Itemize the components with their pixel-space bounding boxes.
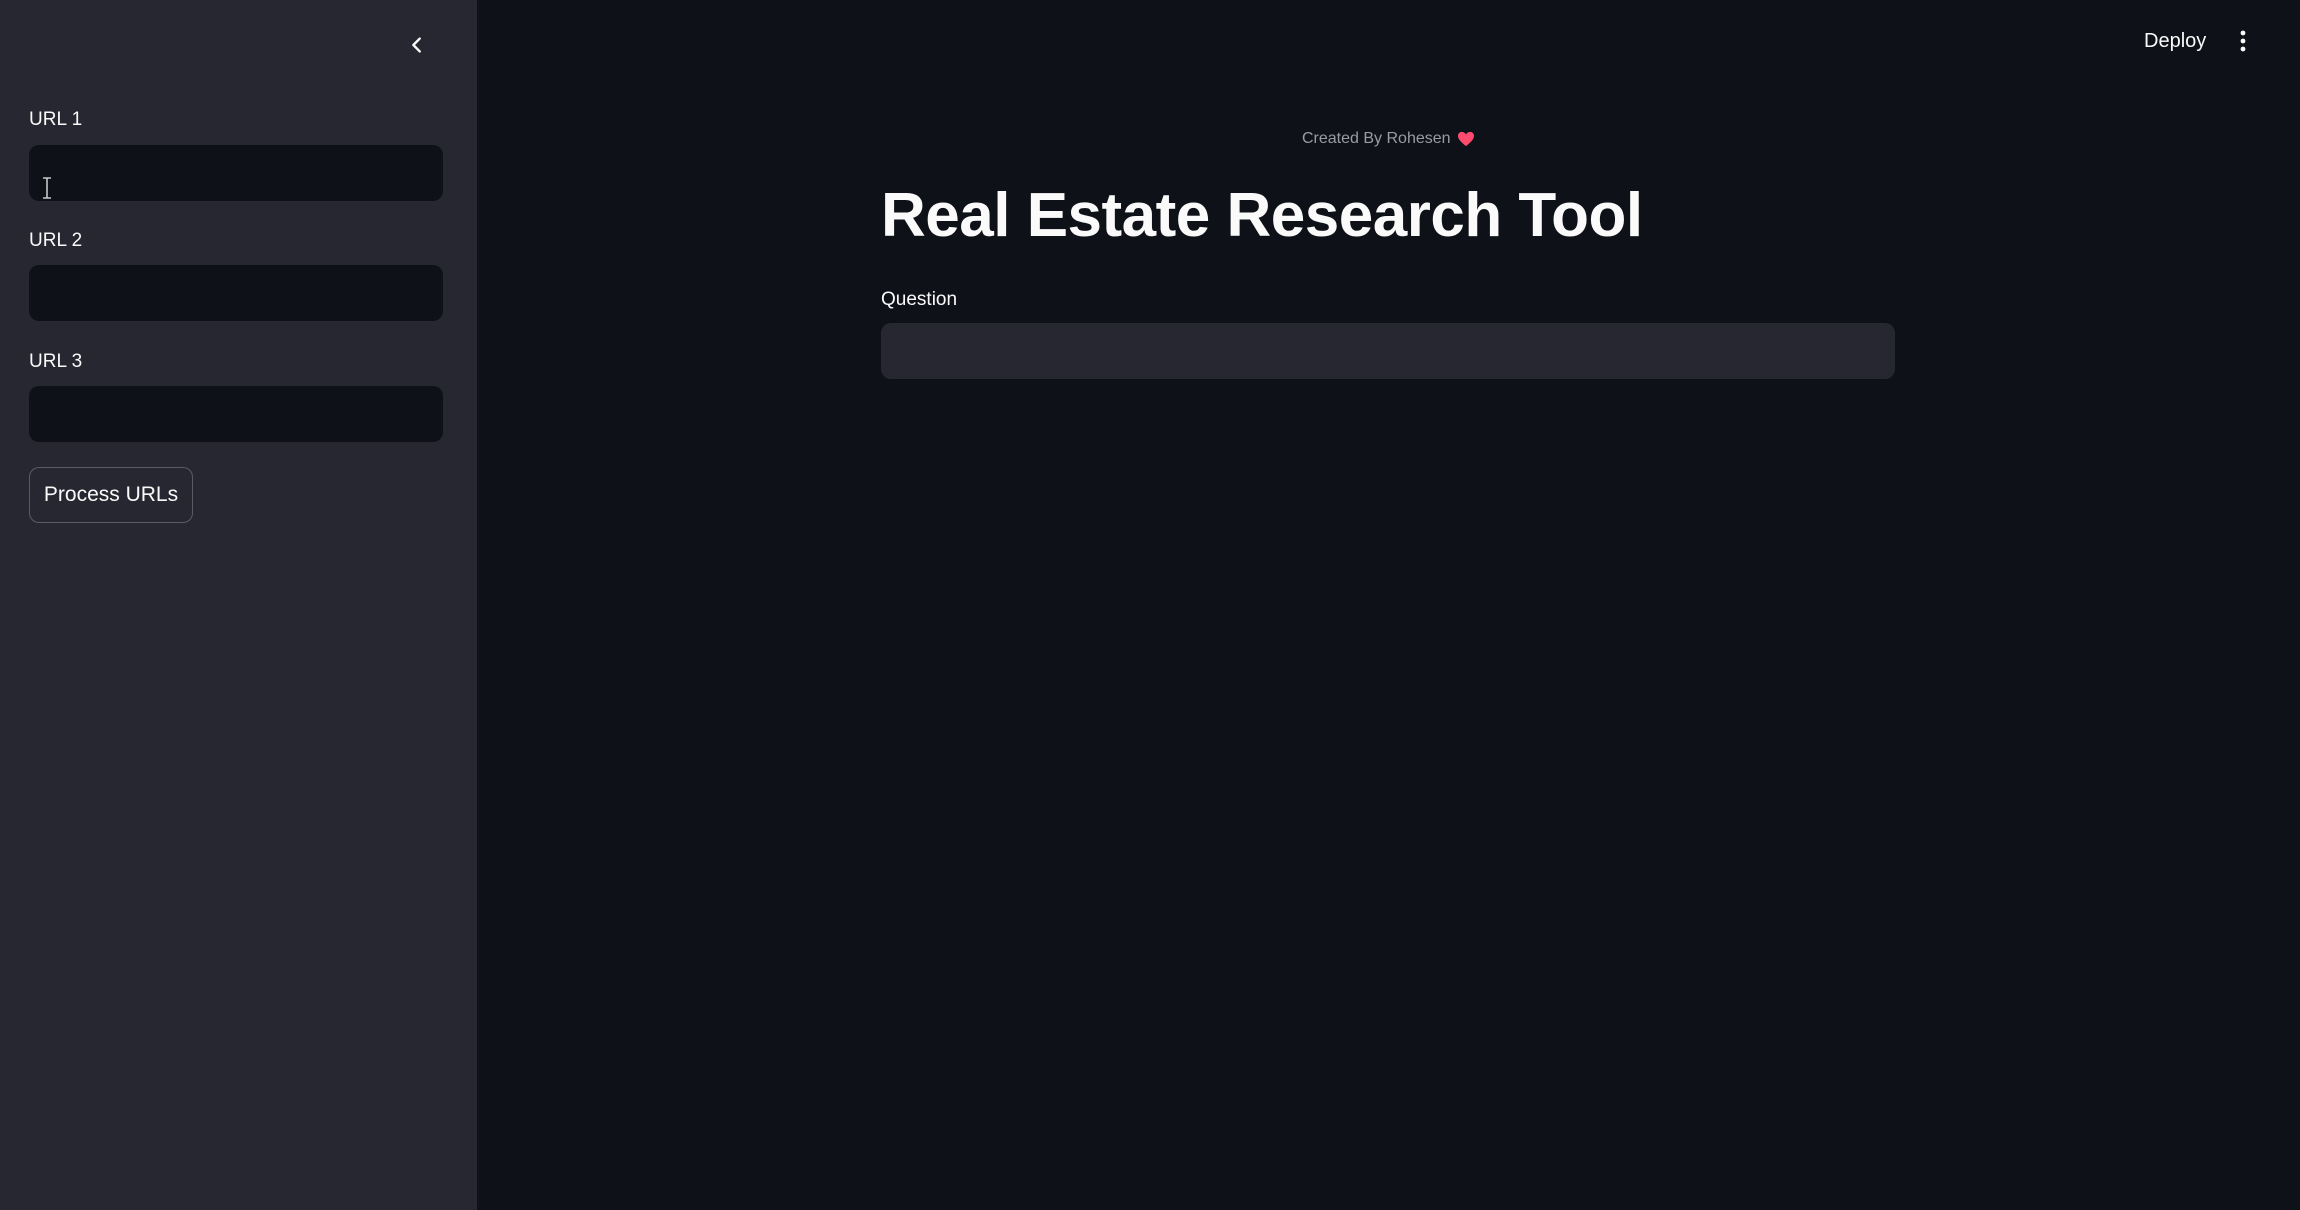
credit-text: Created By Rohesen xyxy=(1302,130,1451,147)
url-2-input[interactable] xyxy=(29,265,443,321)
collapse-sidebar-button[interactable] xyxy=(398,26,436,64)
url-3-input[interactable] xyxy=(29,386,443,442)
url-3-label: URL 3 xyxy=(29,351,83,372)
chevron-left-icon xyxy=(412,37,421,53)
vertical-ellipsis-icon xyxy=(2240,30,2246,52)
sidebar: URL 1 URL 2 URL 3 Process URLs xyxy=(0,0,477,1210)
page-title: Real Estate Research Tool xyxy=(881,181,1643,250)
credit-line: Created By Rohesen xyxy=(1302,130,1475,148)
text-cursor-icon xyxy=(43,177,51,199)
url-1-label: URL 1 xyxy=(29,109,83,130)
main-menu-button[interactable] xyxy=(2226,22,2260,60)
question-input[interactable] xyxy=(881,323,1895,379)
heart-icon xyxy=(1457,131,1474,147)
process-urls-button[interactable]: Process URLs xyxy=(29,467,193,523)
url-1-input[interactable] xyxy=(29,145,443,201)
deploy-button[interactable]: Deploy xyxy=(2130,22,2220,60)
url-2-label: URL 2 xyxy=(29,230,83,251)
app-root: URL 1 URL 2 URL 3 Process URLs Deploy Cr… xyxy=(0,0,2300,1210)
question-label: Question xyxy=(881,289,958,310)
